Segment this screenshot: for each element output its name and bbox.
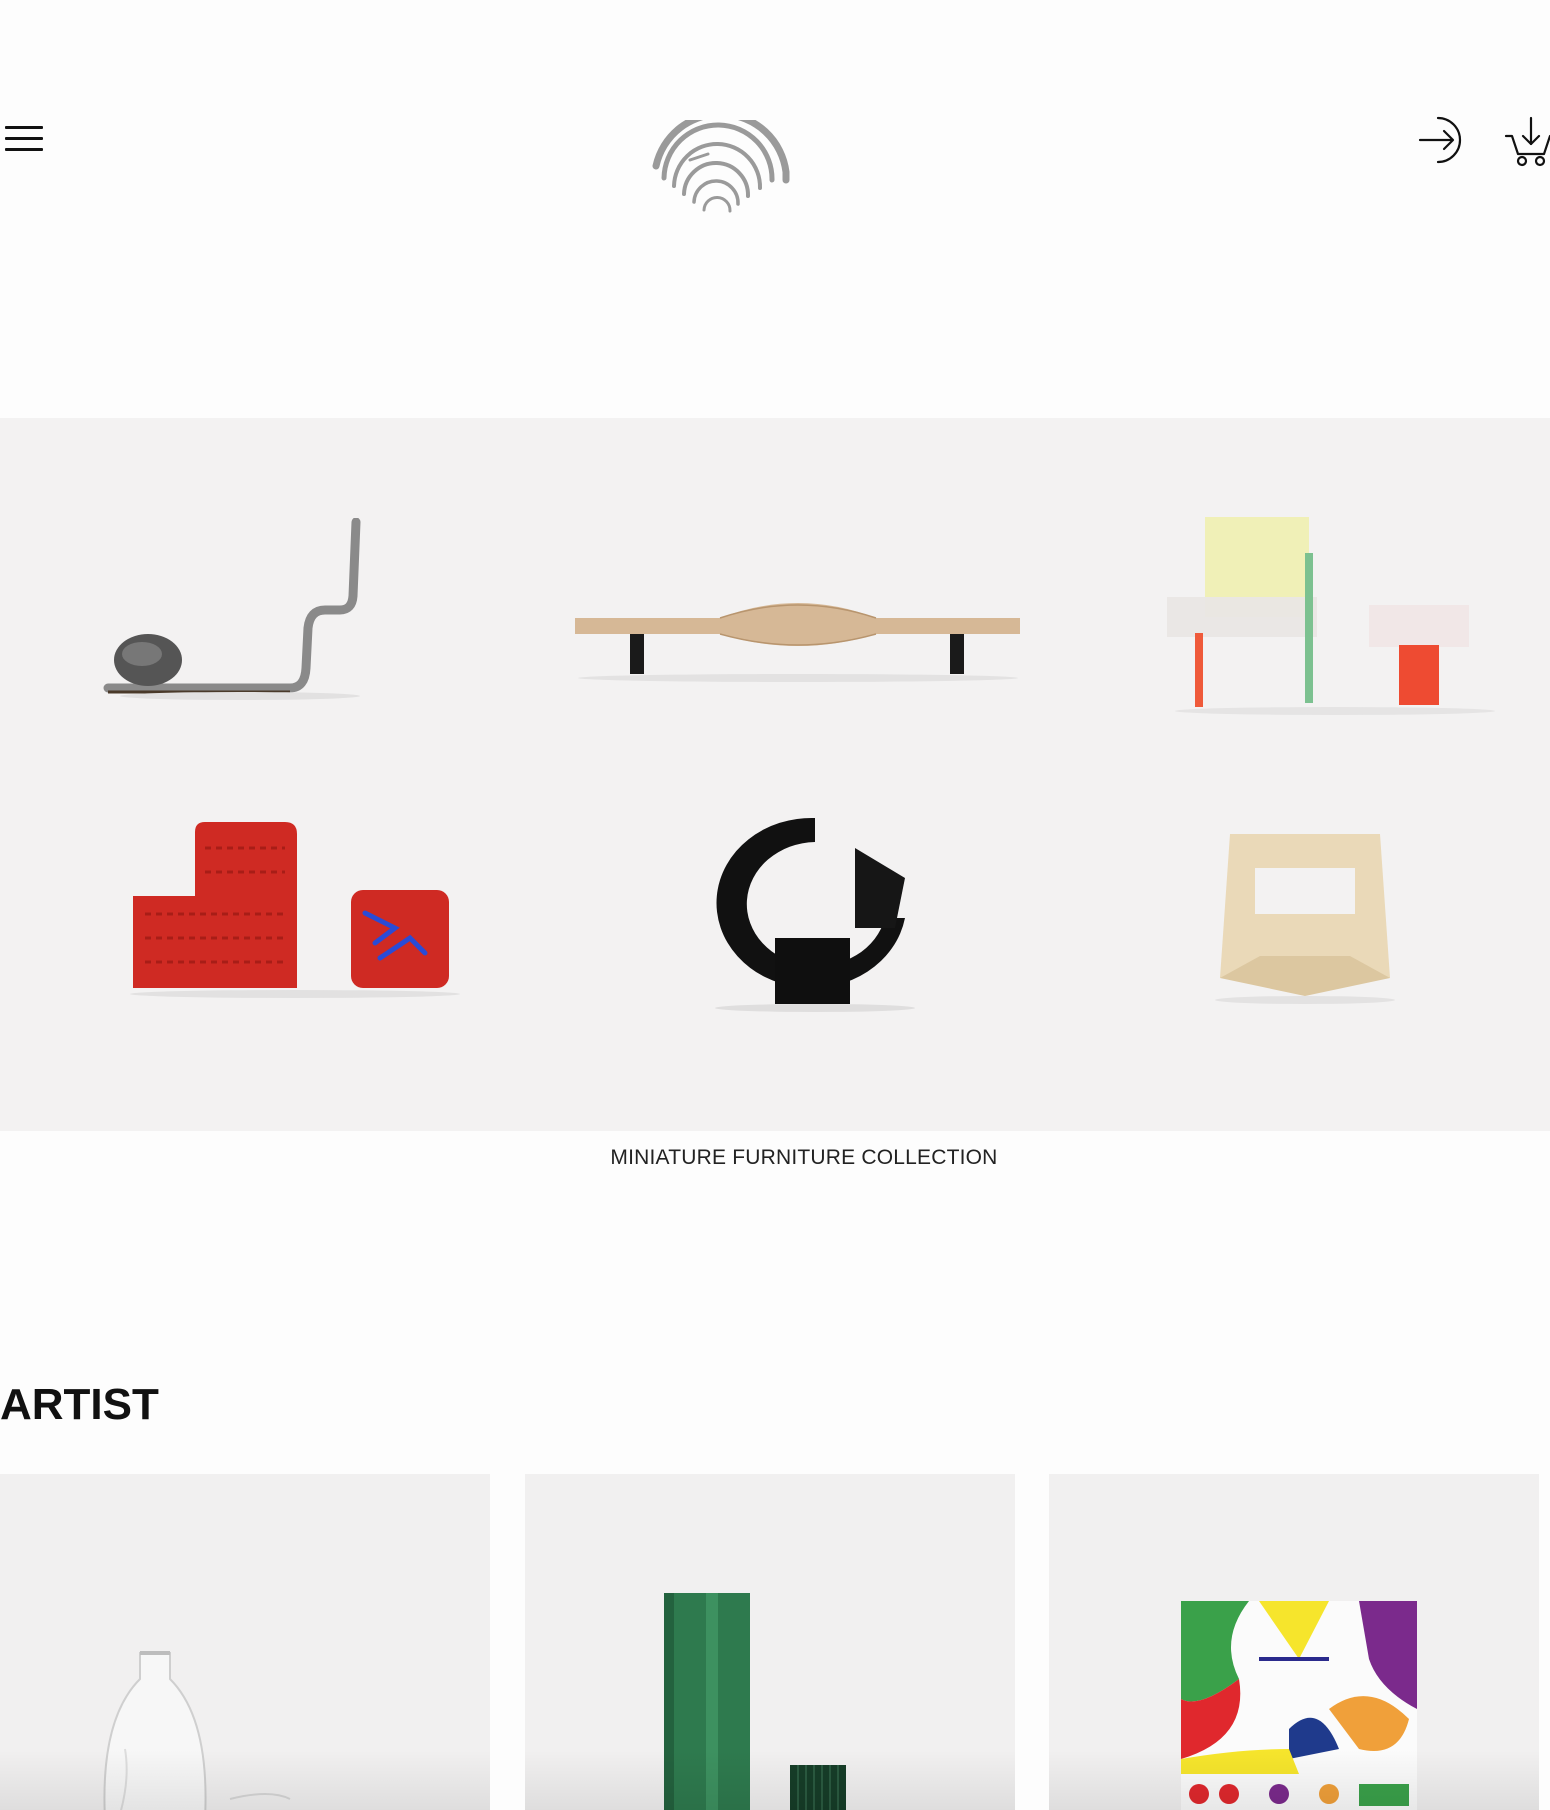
acrylic-chair-and-side-table <box>1167 517 1495 715</box>
hamburger-icon <box>5 126 43 129</box>
arch-logo-icon[interactable] <box>650 120 792 216</box>
hero-caption[interactable]: MINIATURE FURNITURE COLLECTION <box>0 1146 1550 1170</box>
red-knit-armchair-and-ottoman <box>130 822 460 998</box>
section-heading-artist: ARTIST <box>0 1380 159 1429</box>
bent-metal-lounge-with-stone <box>103 518 361 700</box>
artist-card-colorful-book[interactable] <box>1049 1474 1539 1810</box>
login-arrow-icon[interactable] <box>1416 112 1472 168</box>
shopping-cart-icon[interactable] <box>1504 112 1550 168</box>
plywood-stool <box>1215 834 1395 1004</box>
artist-card-green-vase[interactable] <box>525 1474 1015 1810</box>
wooden-wave-bench <box>575 603 1020 682</box>
black-loop-sculpture-chair <box>715 817 915 1012</box>
menu-button[interactable] <box>5 126 43 154</box>
artist-card-glass-bottle[interactable] <box>0 1474 490 1810</box>
hero-collection-image[interactable] <box>0 418 1550 1131</box>
